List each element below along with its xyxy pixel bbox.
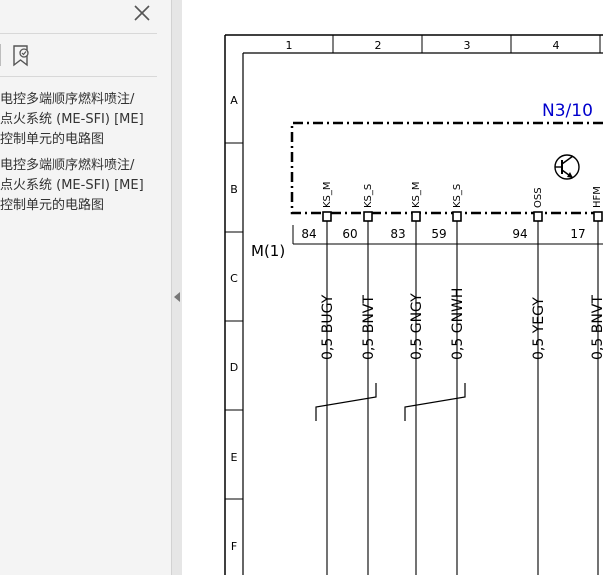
twisted-pair-marker (315, 383, 466, 421)
pin-terminal (593, 211, 603, 222)
pin-terminal (411, 211, 421, 222)
pin-number: 17 (570, 227, 585, 241)
column-label: 1 (286, 39, 293, 52)
pin-signal-label: KS_S (363, 184, 374, 208)
pin-signal-label: KS_M (411, 181, 422, 208)
column-label: 3 (464, 39, 471, 52)
pin-terminal (363, 211, 373, 222)
row-label: C (230, 272, 238, 285)
row-label: F (231, 540, 237, 553)
collapse-arrow-icon[interactable] (174, 292, 180, 302)
row-label: B (230, 183, 238, 196)
pins-layer: KS_M 84 0,5 BUGY KS_S 60 0,5 BNVT KS_M 8… (301, 181, 603, 575)
document-page: 1 2 3 4 A B C D E F N3/10 M(1) KS_M 84 0… (182, 0, 603, 575)
pin-signal-label: KS_M (322, 181, 333, 208)
column-label: 4 (553, 39, 560, 52)
pin-number: 59 (431, 227, 446, 241)
bookmark-item[interactable]: 电控多端顺序燃料喷注/ 点火系统 (ME-SFI) [ME] 控制单元的电路图 (0, 90, 165, 150)
pin-signal-label: OSS (533, 187, 544, 208)
row-label: D (230, 361, 238, 374)
row-label: A (230, 94, 238, 107)
panel-divider (0, 76, 157, 77)
connector-label: M(1) (251, 242, 285, 260)
bookmark-item[interactable]: 电控多端顺序燃料喷注/ 点火系统 (ME-SFI) [ME] 控制单元的电路图 (0, 156, 165, 216)
bookmark-panel: 电控多端顺序燃料喷注/ 点火系统 (ME-SFI) [ME] 控制单元的电路图 … (0, 0, 171, 575)
transistor-icon (554, 154, 580, 180)
close-icon[interactable] (130, 2, 154, 24)
toolbar-divider (0, 44, 1, 66)
wire-label: 0,5 GNGY (409, 293, 425, 360)
pin-signal-label: HFM (592, 186, 603, 208)
panel-divider (0, 33, 157, 34)
component-label: N3/10 (542, 101, 593, 121)
pin-terminal (322, 211, 332, 222)
bookmark-icon[interactable] (10, 44, 34, 68)
pin-number: 94 (512, 227, 527, 241)
row-label: E (231, 451, 238, 464)
pin-signal-label: KS_S (452, 184, 463, 208)
pin-number: 83 (390, 227, 405, 241)
pin-terminal (533, 211, 543, 222)
pin-number: 60 (342, 227, 357, 241)
pin-number: 84 (301, 227, 316, 241)
component-boundary (290, 121, 603, 215)
wire-label: 0,5 BUGY (320, 294, 336, 360)
wire-label: 0,5 BNVT (361, 295, 377, 360)
circuit-diagram: 1 2 3 4 A B C D E F N3/10 M(1) KS_M 84 0… (224, 34, 603, 575)
column-label: 2 (375, 39, 382, 52)
wire-label: 0,5 YEGY (531, 297, 547, 360)
wire-label: 0,5 BNVT (590, 295, 603, 360)
pin-terminal (452, 211, 462, 222)
wire-label: 0,5 GNWH (450, 288, 466, 360)
